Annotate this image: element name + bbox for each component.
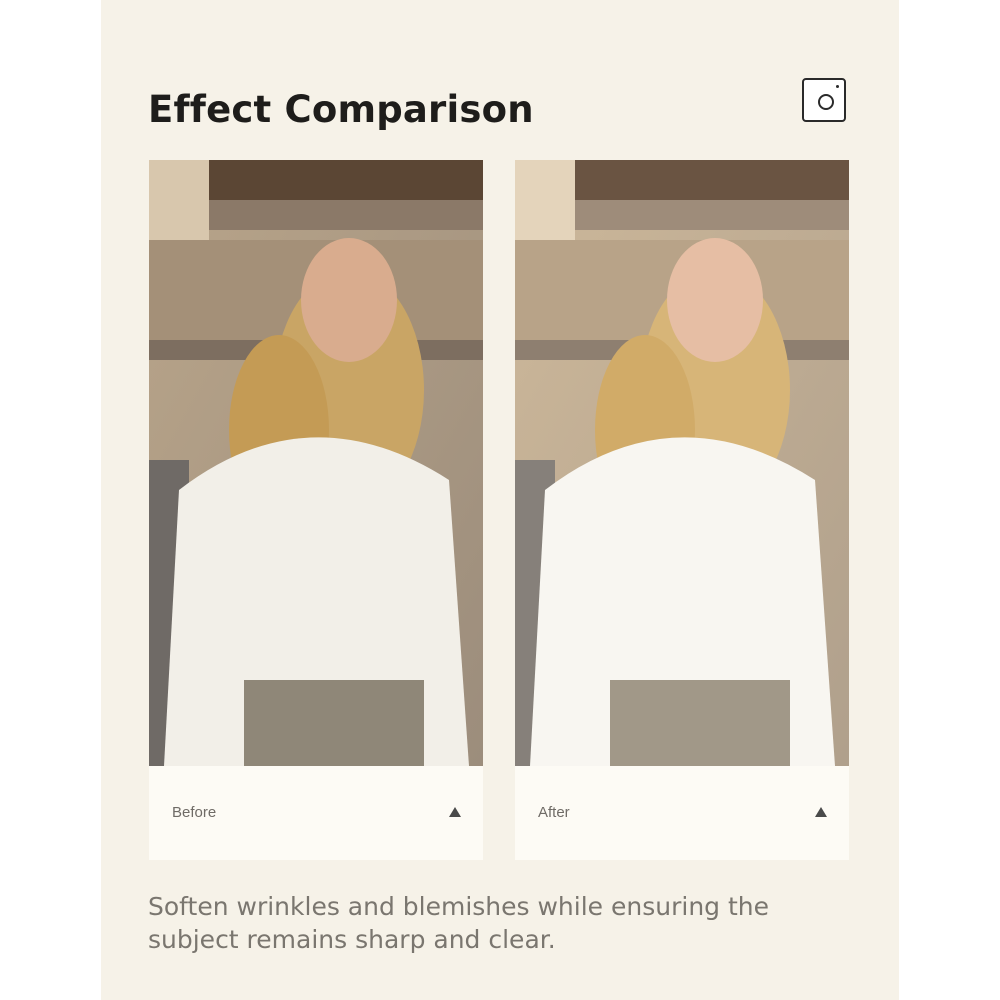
comparison-panel: Effect Comparison Before After Soften wr… — [101, 0, 899, 1000]
triangle-up-icon[interactable] — [815, 807, 827, 817]
before-footer[interactable]: Before — [149, 766, 483, 860]
page-title: Effect Comparison — [148, 88, 534, 131]
after-card: After — [515, 160, 849, 860]
camera-flash-icon — [836, 85, 839, 88]
after-label: After — [538, 804, 570, 821]
before-label: Before — [172, 804, 217, 821]
triangle-up-icon[interactable] — [449, 807, 461, 817]
after-footer[interactable]: After — [515, 766, 849, 860]
camera-lens-icon — [818, 94, 834, 110]
after-photo — [515, 160, 849, 766]
before-card: Before — [149, 160, 483, 860]
camera-icon[interactable] — [802, 78, 846, 122]
caption: Soften wrinkles and blemishes while ensu… — [148, 892, 770, 954]
before-photo — [149, 160, 483, 766]
